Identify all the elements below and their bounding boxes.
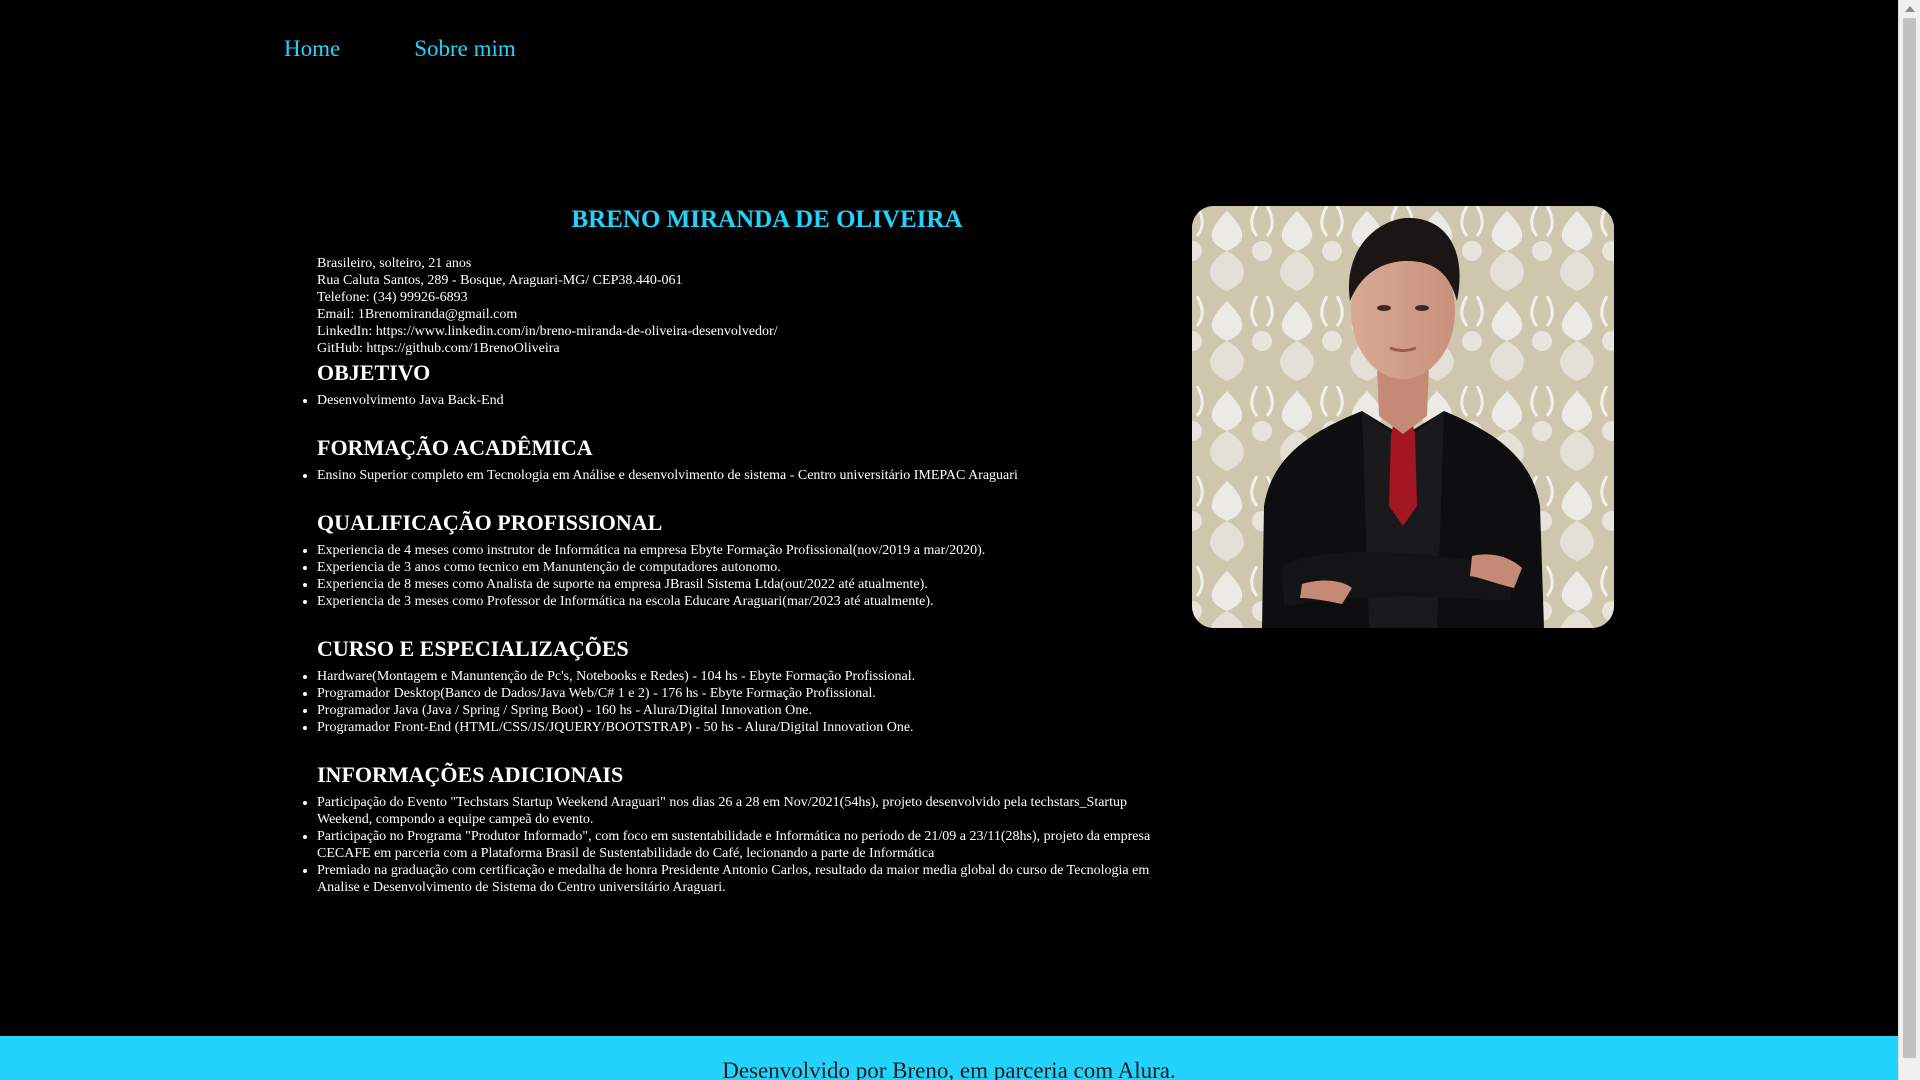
list-item: Desenvolvimento Java Back-End — [317, 392, 1162, 409]
profile-photo — [1192, 206, 1614, 628]
page: Home Sobre mim BRENO MIRANDA DE OLIVEIRA… — [0, 0, 1920, 1080]
section: QUALIFICAÇÃO PROFISSIONAL Experiencia de … — [317, 510, 1162, 610]
list-item: Premiado na graduação com certificação e… — [317, 862, 1162, 896]
section-list: Hardware(Montagem e Manuntenção de Pc's,… — [317, 668, 1162, 736]
nav-about-link[interactable]: Sobre mim — [414, 36, 516, 62]
contact-info: Brasileiro, solteiro, 21 anos Rua Caluta… — [317, 255, 1162, 357]
info-personal: Brasileiro, solteiro, 21 anos — [317, 256, 472, 271]
section-title: OBJETIVO — [317, 360, 431, 385]
section-title: INFORMAÇÕES ADICIONAIS — [317, 762, 624, 787]
list-item: Experiencia de 3 anos como tecnico em Ma… — [317, 559, 1162, 576]
scrollbar-thumb[interactable] — [1903, 18, 1916, 1058]
list-item: Ensino Superior completo em Tecnologia e… — [317, 467, 1162, 484]
section-list: Participação do Evento "Techstars Startu… — [317, 794, 1162, 896]
section-title: CURSO E ESPECIALIZAÇÕES — [317, 636, 629, 661]
info-phone: Telefone: (34) 99926-6893 — [317, 290, 468, 305]
list-item: Experiencia de 3 meses como Professor de… — [317, 593, 1162, 610]
section-title: QUALIFICAÇÃO PROFISSIONAL — [317, 510, 663, 535]
top-nav: Home Sobre mim — [284, 36, 516, 62]
section-list: Desenvolvimento Java Back-End — [317, 392, 1162, 409]
section-list: Experiencia de 4 meses como instrutor de… — [317, 542, 1162, 610]
list-item: Programador Java (Java / Spring / Spring… — [317, 702, 1162, 719]
list-item: Experiencia de 8 meses como Analista de … — [317, 576, 1162, 593]
vertical-scrollbar[interactable] — [1898, 0, 1920, 1080]
info-github: GitHub: https://github.com/1BrenoOliveir… — [317, 341, 560, 356]
profile-photo-image — [1192, 206, 1614, 628]
page-title: BRENO MIRANDA DE OLIVEIRA — [571, 206, 963, 233]
list-item: Participação no Programa "Produtor Infor… — [317, 828, 1162, 862]
list-item: Programador Desktop(Banco de Dados/Java … — [317, 685, 1162, 702]
section-title: FORMAÇÃO ACADÊMICA — [317, 435, 593, 460]
section: INFORMAÇÕES ADICIONAIS Participação do Ev… — [317, 762, 1162, 896]
section-list: Ensino Superior completo em Tecnologia e… — [317, 467, 1162, 484]
list-item: Hardware(Montagem e Manuntenção de Pc's,… — [317, 668, 1162, 685]
resume-content: BRENO MIRANDA DE OLIVEIRA Brasileiro, so… — [317, 206, 1162, 922]
list-item: Participação do Evento "Techstars Startu… — [317, 794, 1162, 828]
list-item: Experiencia de 4 meses como instrutor de… — [317, 542, 1162, 559]
info-address: Rua Caluta Santos, 289 - Bosque, Araguar… — [317, 273, 683, 288]
footer: Desenvolvido por Breno, em parceria com … — [0, 1036, 1898, 1080]
scroll-up-arrow-icon[interactable] — [1905, 6, 1915, 12]
footer-text: Desenvolvido por Breno, em parceria com … — [722, 1058, 1176, 1080]
section: CURSO E ESPECIALIZAÇÕES Hardware(Montagem… — [317, 636, 1162, 736]
list-item: Programador Front-End (HTML/CSS/JS/JQUER… — [317, 719, 1162, 736]
resume-sections: OBJETIVO Desenvolvimento Java Back-End FOR… — [317, 360, 1162, 896]
info-email: Email: 1Brenomiranda@gmail.com — [317, 307, 518, 322]
section: FORMAÇÃO ACADÊMICA Ensino Superior comple… — [317, 435, 1162, 484]
nav-home-link[interactable]: Home — [284, 36, 340, 62]
section: OBJETIVO Desenvolvimento Java Back-End — [317, 360, 1162, 409]
info-linkedin: LinkedIn: https://www.linkedin.com/in/br… — [317, 324, 778, 339]
